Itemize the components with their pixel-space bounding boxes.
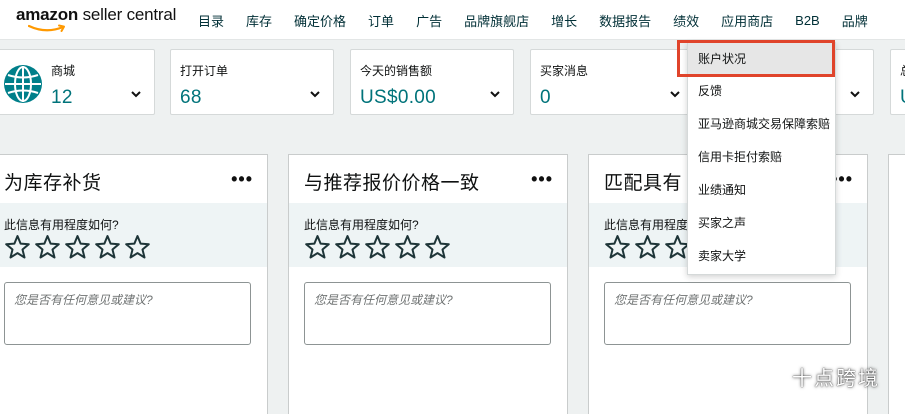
metric-label: 总 [900, 62, 905, 79]
rating-section: 此信息有用程度如何? [289, 203, 567, 267]
nav-advertising[interactable]: 广告 [416, 11, 442, 30]
nav-brand-store[interactable]: 品牌旗舰店 [464, 11, 529, 30]
menu-item-seller-university[interactable]: 卖家大学 [688, 240, 835, 272]
main-nav: 目录 库存 确定价格 订单 广告 品牌旗舰店 增长 数据报告 绩效 应用商店 B… [198, 0, 890, 40]
star-icon[interactable] [63, 234, 92, 260]
star-icon[interactable] [123, 234, 152, 260]
wechat-icon [760, 364, 784, 384]
metric-value: 12 [51, 87, 73, 108]
star-icon[interactable] [393, 234, 422, 260]
nav-catalog[interactable]: 目录 [198, 11, 224, 30]
star-rating [303, 234, 453, 260]
rating-question: 此信息有用程度如何? [4, 218, 119, 232]
star-icon[interactable] [423, 234, 452, 260]
more-options-icon[interactable]: ••• [231, 169, 253, 190]
metric-value: U [900, 87, 905, 109]
watermark: 十点跨境 [760, 360, 890, 390]
star-icon[interactable] [333, 234, 362, 260]
rating-section: 此信息有用程度如何? [0, 203, 267, 267]
chevron-down-icon[interactable] [669, 88, 681, 100]
metric-card-buyer-messages[interactable]: 买家消息 0 [530, 49, 694, 115]
star-icon[interactable] [363, 234, 392, 260]
menu-item-performance-notifications[interactable]: 业绩通知 [688, 174, 835, 206]
nav-reports[interactable]: 数据报告 [599, 11, 651, 30]
annotation-highlight-box [677, 40, 835, 77]
feedback-input[interactable] [604, 282, 851, 345]
metric-label: 买家消息 [540, 64, 589, 78]
watermark-text: 十点跨境 [792, 368, 880, 390]
star-icon[interactable] [3, 234, 32, 260]
metric-card-marketplaces[interactable]: 商城 12 [0, 49, 155, 115]
chevron-down-icon[interactable] [849, 88, 861, 100]
feedback-input[interactable] [304, 282, 551, 345]
metric-label: 今天的销售额 [360, 64, 433, 78]
recommendation-card-restock: 为库存补货 ••• 此信息有用程度如何? [0, 154, 268, 414]
logo-text: amazon seller central [16, 5, 177, 24]
more-options-icon[interactable]: ••• [531, 169, 553, 190]
star-icon[interactable] [93, 234, 122, 260]
top-navigation-bar: amazon seller central 目录 库存 确定价格 订单 广告 品… [0, 0, 905, 40]
menu-item-chargeback-claims[interactable]: 信用卡拒付索赔 [688, 141, 835, 173]
menu-item-feedback[interactable]: 反馈 [688, 75, 835, 107]
feedback-input[interactable] [4, 282, 251, 345]
smile-logo-icon [28, 24, 65, 32]
nav-performance[interactable]: 绩效 [673, 11, 699, 30]
nav-b2b[interactable]: B2B [795, 13, 820, 28]
star-icon[interactable] [603, 234, 632, 260]
metric-card-todays-sales[interactable]: 今天的销售额 US$0.00 [350, 49, 514, 115]
chevron-down-icon[interactable] [489, 88, 501, 100]
metric-card-total[interactable]: 总 U [890, 49, 905, 115]
chevron-down-icon[interactable] [309, 88, 321, 100]
globe-icon [4, 65, 42, 103]
nav-inventory[interactable]: 库存 [246, 11, 272, 30]
metric-label: 商城 [51, 64, 76, 78]
metric-value: 0 [540, 87, 551, 108]
nav-orders[interactable]: 订单 [368, 11, 394, 30]
menu-item-voice-of-customer[interactable]: 买家之声 [688, 207, 835, 239]
menu-item-a-to-z-claims[interactable]: 亚马逊商城交易保障索赔 [688, 108, 835, 140]
star-icon[interactable] [303, 234, 332, 260]
metric-label: 打开订单 [180, 64, 229, 78]
recommendation-card-match-price: 与推荐报价价格一致 ••• 此信息有用程度如何? [288, 154, 568, 414]
nav-growth[interactable]: 增长 [551, 11, 577, 30]
card-title: 为库存补货 [4, 173, 102, 194]
chevron-down-icon[interactable] [130, 88, 142, 100]
recommendation-card-partial [888, 154, 905, 414]
metric-value: 68 [180, 87, 202, 108]
nav-brands[interactable]: 品牌 [842, 11, 868, 30]
metric-value: US$0.00 [360, 87, 437, 108]
rating-question: 此信息有用程度如何? [304, 218, 419, 232]
nav-pricing[interactable]: 确定价格 [294, 11, 346, 30]
amazon-seller-central-logo[interactable]: amazon seller central [16, 5, 186, 35]
card-title: 与推荐报价价格一致 [304, 173, 480, 194]
star-icon[interactable] [633, 234, 662, 260]
star-rating [3, 234, 153, 260]
star-icon[interactable] [33, 234, 62, 260]
metric-card-open-orders[interactable]: 打开订单 68 [170, 49, 334, 115]
card-title: 匹配具有 [604, 173, 683, 194]
nav-appstore[interactable]: 应用商店 [721, 11, 773, 30]
